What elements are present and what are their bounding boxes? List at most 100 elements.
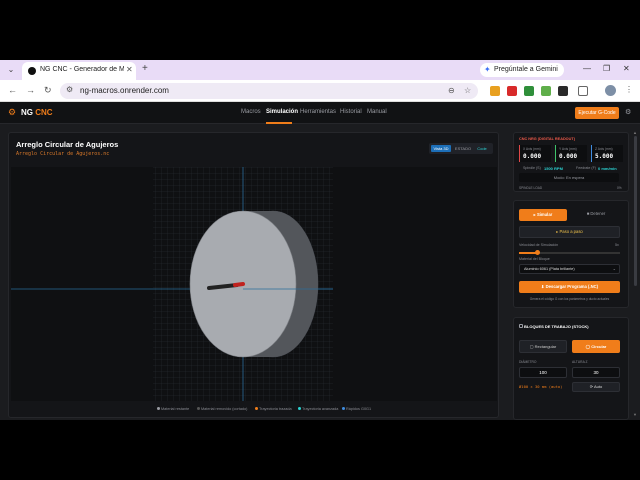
window-close-icon[interactable]: ✕ <box>623 64 630 73</box>
stock-toggle-checkbox[interactable] <box>519 324 523 328</box>
dro-card: CNC NRG (DIGITAL READOUT) X Axis (mm) 0.… <box>513 132 629 192</box>
3d-viewport[interactable] <box>11 167 497 401</box>
url-text: ng-macros.onrender.com <box>80 86 169 95</box>
x-axis-readout: X Axis (mm) 0.000 <box>519 145 551 162</box>
simulate-button[interactable]: ▸ Simular <box>519 209 567 221</box>
speed-slider-knob[interactable] <box>534 250 540 255</box>
material-select[interactable]: Aluminio 6061 (Plata brillante) ⌄ <box>519 264 620 274</box>
extension-icon[interactable] <box>524 86 534 96</box>
nav-herramientas[interactable]: Herramientas <box>300 109 336 115</box>
tool-tip <box>233 282 245 287</box>
legend: Material restante Material removido (cor… <box>157 407 417 413</box>
extension-icon[interactable] <box>541 86 551 96</box>
legend-item: Material restante <box>157 407 189 411</box>
rectangular-button[interactable]: ▢ Rectangular <box>519 340 567 353</box>
z-axis-value: 5.000 <box>595 153 614 160</box>
restore-icon[interactable]: ❐ <box>603 64 610 73</box>
nav-manual[interactable]: Manual <box>367 109 387 115</box>
logo-gear-icon: ⚙ <box>8 107 17 117</box>
new-tab-button[interactable]: + <box>142 63 148 74</box>
nav-historial[interactable]: Historial <box>340 109 362 115</box>
mode-value: En espera <box>566 175 585 180</box>
minimize-icon[interactable]: — <box>583 64 591 73</box>
stop-button[interactable]: ■ Detener <box>572 209 620 221</box>
logo-main: NG <box>21 108 33 117</box>
avatar[interactable] <box>605 85 616 96</box>
scroll-down-icon[interactable]: ▼ <box>633 412 637 417</box>
dro-title: CNC NRG (DIGITAL READOUT) <box>519 137 575 141</box>
reload-icon[interactable]: ↻ <box>44 85 52 96</box>
mode-label: Modo: <box>553 175 565 180</box>
gemini-label: Pregúntale a Gemini <box>494 66 558 73</box>
stop-label: Detener <box>590 211 606 216</box>
legend-dot <box>298 407 301 410</box>
chevron-down-icon: ⌄ <box>612 266 616 271</box>
app-header: ⚙ NG CNC Macros Simulación Herramientas … <box>0 102 640 124</box>
3d-scene <box>11 167 333 401</box>
feedrate-value: 0 mm/min <box>598 166 617 171</box>
x-axis-value: 0.000 <box>523 153 542 160</box>
screen: ⌄ NG CNC - Generador de Macros ✕ + ✦ Pre… <box>0 0 640 480</box>
speed-slider[interactable] <box>519 250 620 255</box>
active-nav-indicator <box>266 122 292 124</box>
legend-dot <box>255 407 258 410</box>
download-note: Genera el código G con los parámetros y … <box>529 297 610 301</box>
simulate-label: Simular <box>536 212 553 217</box>
zoom-icon[interactable]: ⊖ <box>448 86 455 95</box>
view-estado-button[interactable]: ESTADO <box>454 145 472 152</box>
extension-icon[interactable] <box>507 86 517 96</box>
z-axis-label: Z Axis (mm) <box>595 147 613 151</box>
address-bar: ← → ↻ ⚙ ng-macros.onrender.com ⊖ ☆ ⋮ <box>0 80 640 102</box>
settings-icon[interactable]: ⚙ <box>625 108 631 116</box>
nav-simulacion[interactable]: Simulación <box>266 109 298 115</box>
execute-gcode-button[interactable]: Ejecutar G-Code <box>575 107 619 119</box>
control-sidebar: CNC NRG (DIGITAL READOUT) X Axis (mm) 0.… <box>510 130 630 420</box>
step-button[interactable]: ▸ Paso a paso <box>519 226 620 238</box>
legend-label: Rápidos G0G1 <box>346 407 372 411</box>
forward-icon[interactable]: → <box>26 85 35 95</box>
feedrate-label: Feedrate (F) <box>576 166 596 170</box>
extensions-puzzle-icon[interactable] <box>578 86 588 96</box>
app: ⚙ NG CNC Macros Simulación Herramientas … <box>0 102 640 420</box>
auto-button[interactable]: ⟳ Auto <box>572 382 620 392</box>
download-label: Descargar Programa (.NC) <box>545 284 599 289</box>
back-icon[interactable]: ← <box>8 85 17 95</box>
mode-status: Modo: En espera <box>519 173 619 182</box>
logo[interactable]: NG CNC <box>21 108 53 117</box>
download-program-button[interactable]: ⬇ Descargar Programa (.NC) <box>519 281 620 293</box>
program-title: Arreglo Circular de Agujeros <box>16 140 119 149</box>
height-label: ALTURA Z <box>572 360 588 364</box>
diameter-input[interactable]: 100 <box>519 367 567 378</box>
menu-icon[interactable]: ⋮ <box>625 85 633 94</box>
auto-label: Auto <box>594 384 603 389</box>
browser-tab[interactable]: NG CNC - Generador de Macros ✕ <box>22 62 136 80</box>
view-3d-button[interactable]: Vista 3D <box>431 145 451 152</box>
site-info-icon[interactable]: ⚙ <box>66 85 73 94</box>
close-icon[interactable]: ✕ <box>126 65 133 74</box>
y-axis-label: Y Axis (mm) <box>559 147 577 151</box>
favicon-icon <box>28 67 36 75</box>
legend-label: Material removido (cortado) <box>201 407 248 411</box>
legend-item: Material removido (cortado) <box>197 407 247 411</box>
legend-dot <box>157 407 160 410</box>
extension-icon[interactable] <box>558 86 568 96</box>
spindle-value: 1500 RPM <box>544 166 563 171</box>
sidebar-scrollbar[interactable]: ▲ ▼ <box>633 130 638 418</box>
nav-macros[interactable]: Macros <box>241 109 261 115</box>
scroll-thumb[interactable] <box>634 136 637 286</box>
legend-item: Trayectoria avanzada <box>298 407 338 411</box>
view-toggle: Vista 3D ESTADO Code <box>429 143 493 154</box>
browser-window: ⌄ NG CNC - Generador de Macros ✕ + ✦ Pre… <box>0 60 640 420</box>
height-input[interactable]: 30 <box>572 367 620 378</box>
tab-search-icon[interactable]: ⌄ <box>4 64 18 76</box>
bookmark-star-icon[interactable]: ☆ <box>464 86 471 95</box>
gemini-button[interactable]: ✦ Pregúntale a Gemini <box>480 63 564 77</box>
scroll-up-icon[interactable]: ▲ <box>633 130 637 135</box>
logo-accent: CNC <box>35 108 53 117</box>
gemini-icon: ✦ <box>484 65 491 74</box>
extension-icon[interactable] <box>490 86 500 96</box>
circular-button[interactable]: ◯ Circular <box>572 340 620 353</box>
view-code-button[interactable]: Code <box>474 145 490 152</box>
url-field[interactable]: ⚙ ng-macros.onrender.com ⊖ ☆ <box>60 83 478 99</box>
material-label: Material del Bloque <box>519 257 550 261</box>
